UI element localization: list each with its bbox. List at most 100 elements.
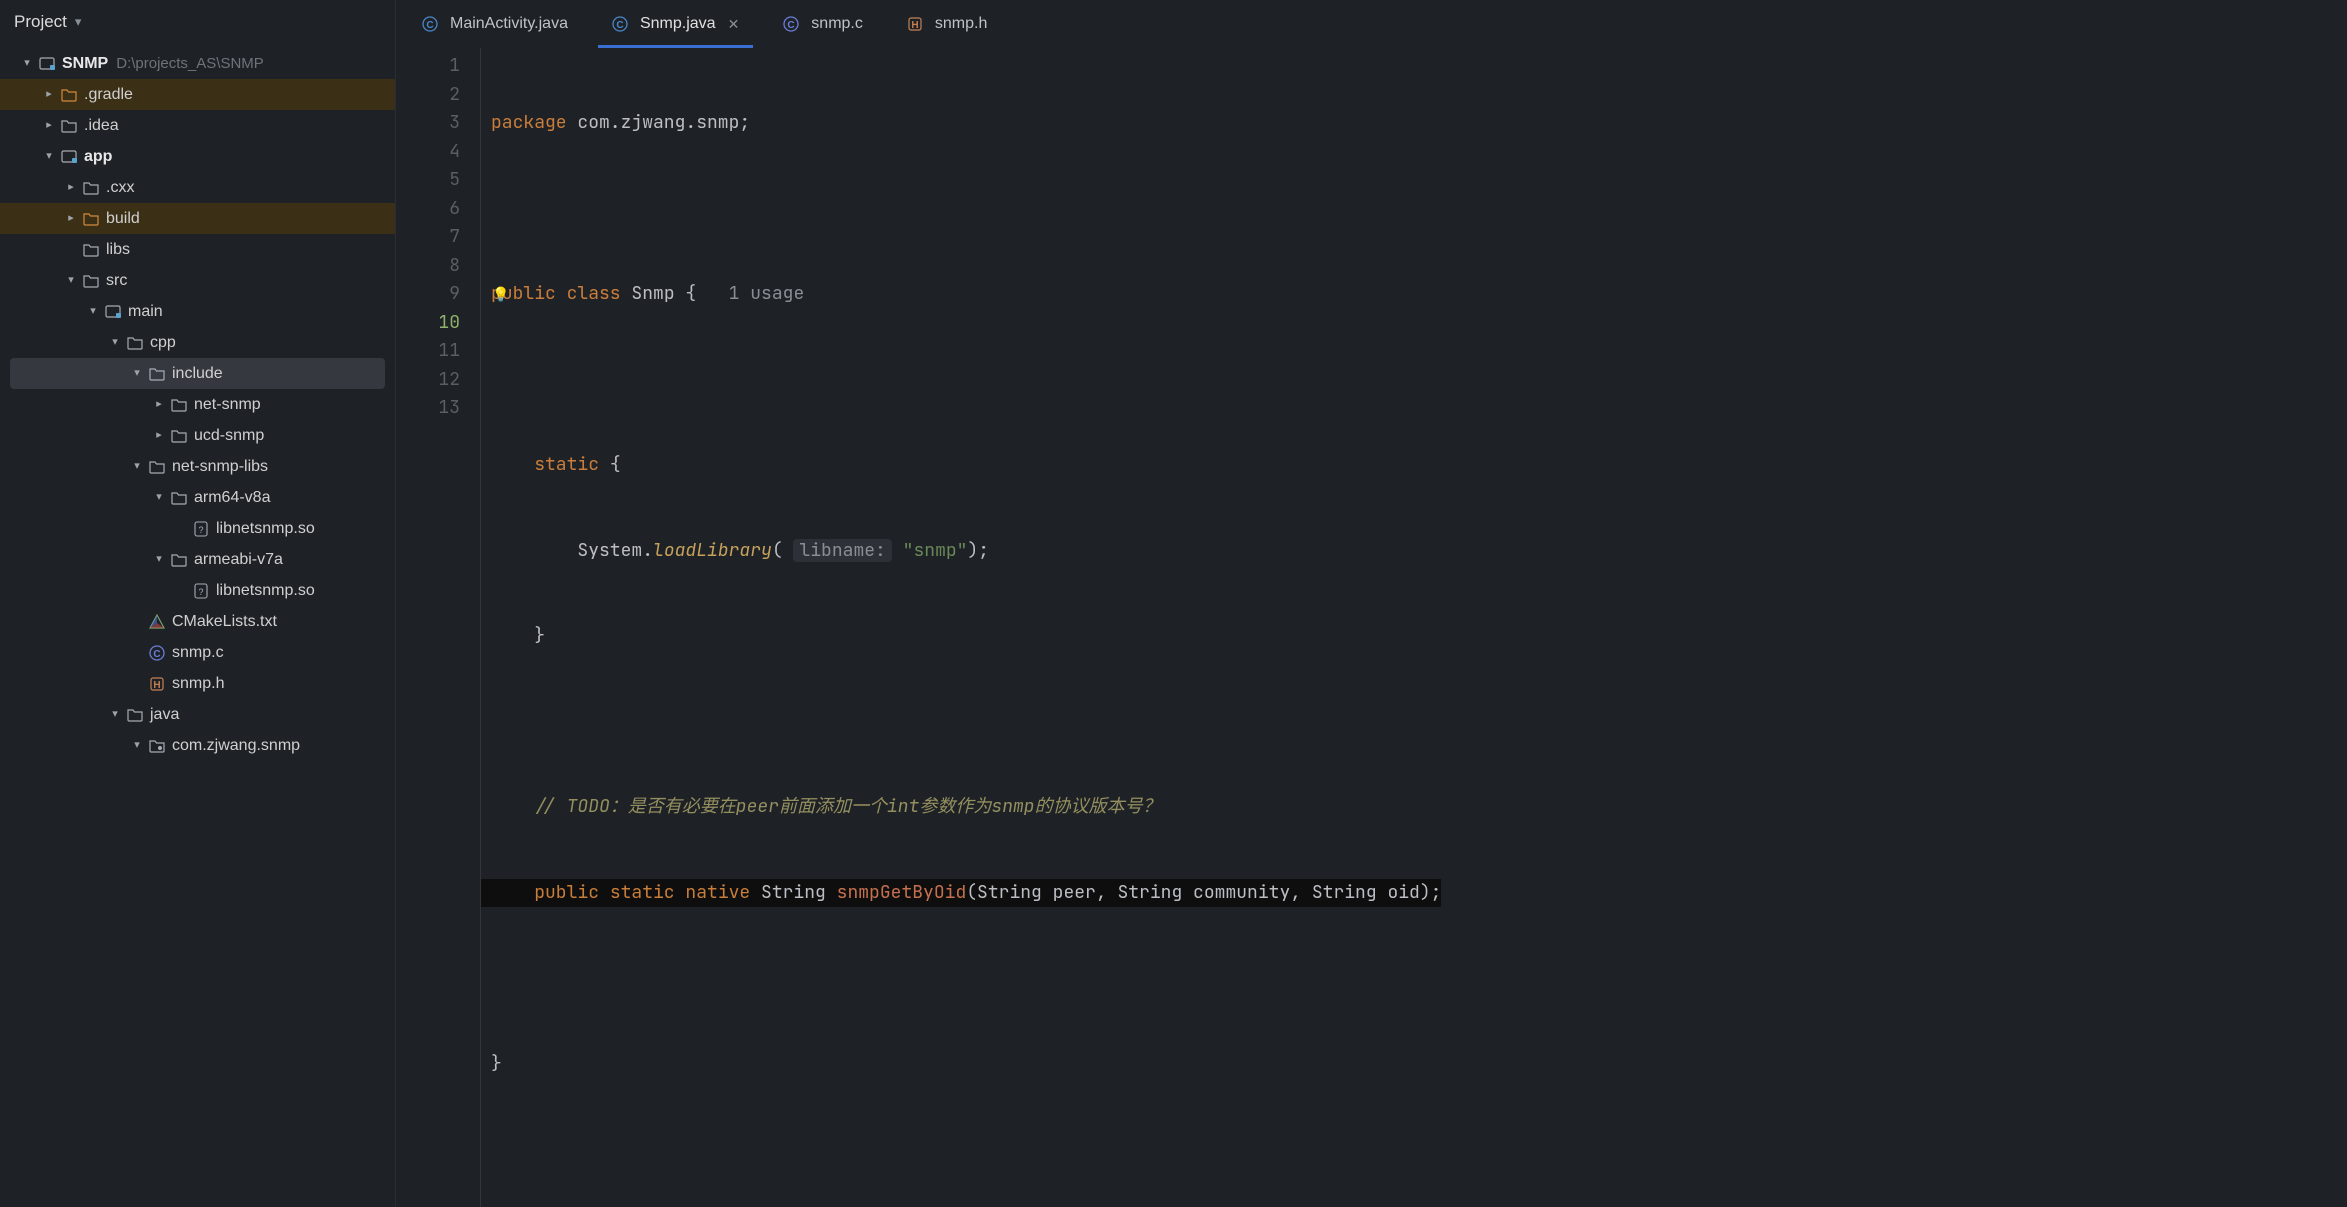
tree-item-idea[interactable]: ▸ .idea: [0, 110, 395, 141]
tree-item-netsnmp[interactable]: ▸ net-snmp: [0, 389, 395, 420]
line-number: 9: [396, 280, 460, 309]
folder-icon: [80, 243, 102, 257]
tree-item-gradle[interactable]: ▸ .gradle: [0, 79, 395, 110]
tree-item-armeabi[interactable]: ▾ armeabi-v7a: [0, 544, 395, 575]
tree-label: snmp.c: [172, 637, 224, 668]
tree-item-netsnmplibs[interactable]: ▾ net-snmp-libs: [0, 451, 395, 482]
chevron-down-icon[interactable]: ▾: [128, 358, 146, 389]
module-icon: [36, 56, 58, 72]
tree-item-so1[interactable]: ▸ ? libnetsnmp.so: [0, 513, 395, 544]
tree-label: src: [106, 265, 127, 296]
folder-icon: [80, 181, 102, 195]
tree-item-libs[interactable]: ▸ libs: [0, 234, 395, 265]
line-number: 12: [396, 366, 460, 395]
tab-snmpc[interactable]: C snmp.c: [761, 0, 885, 48]
tree-label: cpp: [150, 327, 176, 358]
tree-label: net-snmp-libs: [172, 451, 268, 482]
svg-text:H: H: [153, 680, 160, 691]
tree-label: libnetsnmp.so: [216, 575, 315, 606]
project-header[interactable]: Project ▾: [0, 0, 395, 44]
chevron-right-icon[interactable]: ▸: [150, 420, 168, 451]
tree-label: .idea: [84, 110, 119, 141]
line-number: 2: [396, 81, 460, 110]
bulb-icon[interactable]: 💡: [492, 281, 509, 310]
folder-icon: [168, 553, 190, 567]
chevron-down-icon[interactable]: ▾: [128, 730, 146, 761]
tree-label: SNMP: [62, 48, 108, 79]
java-class-icon: C: [612, 16, 630, 32]
main-container: Project ▾ ▾ SNMP D:\projects_AS\SNMP ▸ .…: [0, 0, 2347, 1207]
h-file-icon: H: [146, 676, 168, 692]
c-file-icon: C: [146, 645, 168, 661]
tree-label: com.zjwang.snmp: [172, 730, 300, 761]
chevron-down-icon[interactable]: ▾: [106, 699, 124, 730]
tree-item-app[interactable]: ▾ app: [0, 141, 395, 172]
svg-text:C: C: [616, 20, 623, 31]
tree-label: java: [150, 699, 179, 730]
tree-item-cpp[interactable]: ▾ cpp: [0, 327, 395, 358]
chevron-right-icon[interactable]: ▸: [40, 110, 58, 141]
project-title: Project: [14, 12, 67, 32]
folder-icon: [124, 708, 146, 722]
code-content[interactable]: package com.zjwang.snmp; public class Sn…: [481, 48, 1441, 1207]
h-file-icon: H: [907, 16, 925, 32]
line-number: 1: [396, 52, 460, 81]
line-number: 5: [396, 166, 460, 195]
tree-item-java[interactable]: ▾ java: [0, 699, 395, 730]
tab-label: snmp.h: [935, 15, 987, 33]
folder-icon: [80, 212, 102, 226]
folder-icon: [146, 460, 168, 474]
chevron-down-icon: ▾: [75, 14, 82, 30]
tab-mainactivity[interactable]: C MainActivity.java: [400, 0, 590, 48]
tree-item-snmph[interactable]: ▸ H snmp.h: [0, 668, 395, 699]
chevron-right-icon[interactable]: ▸: [40, 79, 58, 110]
svg-text:C: C: [153, 649, 160, 660]
tree-item-build[interactable]: ▸ build: [0, 203, 395, 234]
tree-root[interactable]: ▾ SNMP D:\projects_AS\SNMP: [0, 48, 395, 79]
tree-item-src[interactable]: ▾ src: [0, 265, 395, 296]
tree-item-include[interactable]: ▾ include: [10, 358, 385, 389]
chevron-down-icon[interactable]: ▾: [18, 48, 36, 79]
tree-item-ucdsnmp[interactable]: ▸ ucd-snmp: [0, 420, 395, 451]
tab-snmph[interactable]: H snmp.h: [885, 0, 1009, 48]
chevron-down-icon[interactable]: ▾: [106, 327, 124, 358]
tree-item-so2[interactable]: ▸ ? libnetsnmp.so: [0, 575, 395, 606]
file-icon: ?: [190, 521, 212, 537]
folder-icon: [168, 491, 190, 505]
tree-label: libs: [106, 234, 130, 265]
tree-item-cmake[interactable]: ▸ CMakeLists.txt: [0, 606, 395, 637]
line-gutter: 1 2 3 4 5 6 7 8 9 10 11 12 13: [396, 48, 481, 1207]
cmake-icon: [146, 614, 168, 630]
folder-icon: [58, 119, 80, 133]
tree-label: .gradle: [84, 79, 133, 110]
line-number: 10: [396, 309, 460, 338]
tree-item-arm64[interactable]: ▾ arm64-v8a: [0, 482, 395, 513]
tab-snmpjava[interactable]: C Snmp.java ✕: [590, 0, 761, 48]
tree-label: app: [84, 141, 112, 172]
tree-item-cxx[interactable]: ▸ .cxx: [0, 172, 395, 203]
chevron-down-icon[interactable]: ▾: [128, 451, 146, 482]
svg-text:C: C: [426, 20, 433, 31]
file-icon: ?: [190, 583, 212, 599]
project-tree: ▾ SNMP D:\projects_AS\SNMP ▸ .gradle ▸ .…: [0, 44, 395, 761]
editor-body[interactable]: 1 2 3 4 5 6 7 8 9 10 11 12 13 💡 package …: [396, 48, 2347, 1207]
chevron-right-icon[interactable]: ▸: [150, 389, 168, 420]
chevron-right-icon[interactable]: ▸: [62, 203, 80, 234]
tree-label: build: [106, 203, 140, 234]
chevron-down-icon[interactable]: ▾: [40, 141, 58, 172]
line-number: 3: [396, 109, 460, 138]
folder-icon: [80, 274, 102, 288]
chevron-right-icon[interactable]: ▸: [62, 172, 80, 203]
tree-item-main[interactable]: ▾ main: [0, 296, 395, 327]
tree-label: main: [128, 296, 163, 327]
chevron-down-icon[interactable]: ▾: [150, 482, 168, 513]
tree-item-snmpc[interactable]: ▸ C snmp.c: [0, 637, 395, 668]
tree-path: D:\projects_AS\SNMP: [116, 48, 264, 79]
chevron-down-icon[interactable]: ▾: [84, 296, 102, 327]
tree-item-pkg[interactable]: ▾ com.zjwang.snmp: [0, 730, 395, 761]
folder-icon: [124, 336, 146, 350]
close-icon[interactable]: ✕: [728, 16, 740, 33]
chevron-down-icon[interactable]: ▾: [150, 544, 168, 575]
chevron-down-icon[interactable]: ▾: [62, 265, 80, 296]
tree-label: CMakeLists.txt: [172, 606, 277, 637]
